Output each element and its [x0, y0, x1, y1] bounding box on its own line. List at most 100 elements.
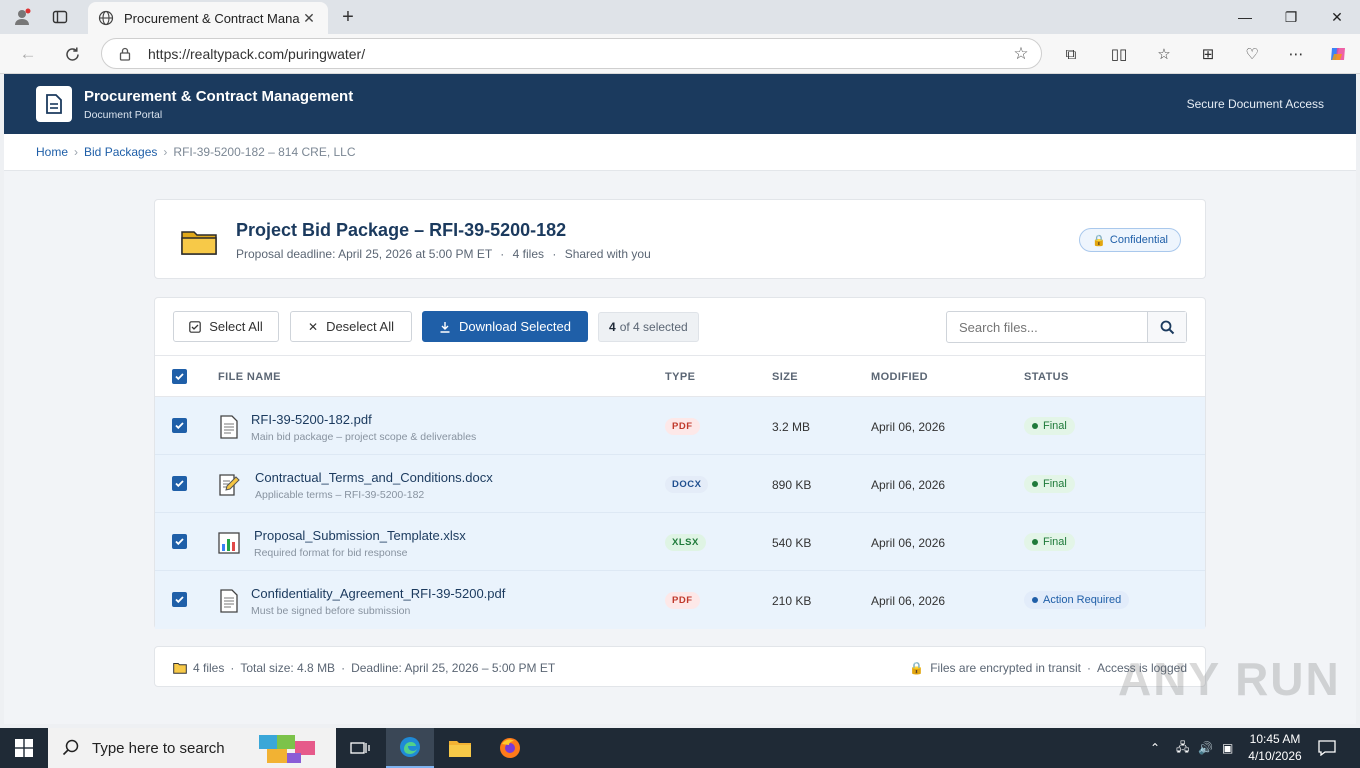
column-header-modified[interactable]: MODIFIED [871, 371, 928, 383]
app-subtitle: Document Portal [84, 109, 163, 121]
files-toolbar: Select All ✕ Deselect All Download Selec… [155, 298, 1205, 356]
back-icon[interactable]: ← [17, 43, 39, 65]
reload-icon[interactable] [61, 43, 83, 65]
encrypted-note: Files are encrypted in transit [930, 661, 1081, 675]
show-hidden-icons[interactable]: ⌃ [1150, 728, 1160, 768]
file-name[interactable]: Contractual_Terms_and_Conditions.docx [255, 470, 493, 485]
profile-icon[interactable] [12, 7, 32, 27]
table-row[interactable]: RFI-39-5200-182.pdf Main bid package – p… [155, 397, 1205, 455]
chart-icon [218, 532, 240, 554]
row-checkbox[interactable] [172, 418, 187, 433]
column-header-status[interactable]: STATUS [1024, 371, 1069, 383]
column-header-type[interactable]: TYPE [665, 371, 695, 383]
file-explorer-icon[interactable] [436, 728, 484, 768]
notifications-icon[interactable] [1318, 728, 1336, 768]
select-all-button[interactable]: Select All [173, 311, 279, 342]
close-tab-icon[interactable]: ✕ [300, 10, 318, 27]
split-screen-icon[interactable]: ▯▯ [1109, 44, 1129, 64]
breadcrumb-separator: › [74, 145, 79, 159]
ime-icon[interactable]: ▣ [1222, 728, 1233, 768]
search-input[interactable] [947, 312, 1147, 342]
url-input[interactable]: https://realtypack.com/puringwater/ ☆ [101, 38, 1042, 69]
select-all-checkbox[interactable] [172, 369, 187, 384]
document-icon [220, 415, 238, 439]
file-size: 540 KB [772, 536, 812, 550]
project-shared: Shared with you [564, 247, 651, 261]
browser-address-bar: ← https://realtypack.com/puringwater/ ☆ … [0, 34, 1360, 74]
column-header-size[interactable]: SIZE [772, 371, 798, 383]
volume-icon[interactable]: 🔊 [1198, 728, 1213, 768]
browser-essentials-icon[interactable]: ♡ [1242, 44, 1262, 64]
status-badge: Final [1024, 475, 1075, 493]
clock-time: 10:45 AM [1249, 732, 1301, 746]
close-window-icon[interactable]: ✕ [1314, 0, 1360, 34]
row-checkbox[interactable] [172, 592, 187, 607]
download-icon [440, 321, 450, 333]
deselect-all-button[interactable]: ✕ Deselect All [290, 311, 412, 342]
summary-total-size: Total size: 4.8 MB [240, 661, 336, 675]
lock-icon[interactable] [118, 47, 132, 61]
summary-deadline: Deadline: April 25, 2026 – 5:00 PM ET [351, 661, 556, 675]
file-modified: April 06, 2026 [871, 594, 946, 608]
table-row[interactable]: Contractual_Terms_and_Conditions.docx Ap… [155, 455, 1205, 513]
windows-taskbar: Type here to search ⌃ 🖧 🔊 ▣ 10:45 AM 4/1… [0, 728, 1360, 768]
system-clock[interactable]: 10:45 AM 4/10/2026 [1246, 731, 1304, 765]
globe-icon [98, 10, 114, 26]
task-view-icon[interactable] [336, 728, 384, 768]
file-modified: April 06, 2026 [871, 478, 946, 492]
windows-start-icon[interactable] [0, 728, 48, 768]
file-type-badge: PDF [665, 418, 700, 435]
confidential-label: Confidential [1109, 234, 1168, 246]
document-icon [220, 589, 238, 613]
file-type-badge: DOCX [665, 476, 709, 493]
file-name[interactable]: RFI-39-5200-182.pdf [251, 412, 372, 427]
deselect-all-label: Deselect All [326, 319, 394, 334]
taskbar-search[interactable]: Type here to search [48, 728, 336, 768]
app-viewport: Procurement & Contract Management Docume… [4, 74, 1356, 724]
collections-icon[interactable]: ⊞ [1198, 44, 1218, 64]
status-label: Final [1043, 478, 1067, 490]
extensions-icon[interactable]: ⧉ [1061, 44, 1081, 64]
anyrun-watermark: ANY RUN [1118, 653, 1341, 705]
copilot-icon[interactable] [1328, 44, 1348, 64]
search-button[interactable] [1147, 312, 1186, 342]
more-menu-icon[interactable]: ⋯ [1286, 44, 1306, 64]
download-selected-button[interactable]: Download Selected [422, 311, 588, 342]
file-name[interactable]: Proposal_Submission_Template.xlsx [254, 528, 466, 543]
new-tab-icon[interactable]: + [338, 6, 358, 28]
search-icon [1160, 320, 1174, 334]
file-type-badge: PDF [665, 592, 700, 609]
secure-access-text: Secure Document Access [1186, 97, 1324, 111]
breadcrumb-bid-packages[interactable]: Bid Packages [84, 145, 157, 159]
column-header-file-name[interactable]: FILE NAME [218, 371, 281, 383]
edge-taskbar-icon[interactable] [386, 728, 434, 768]
file-modified: April 06, 2026 [871, 536, 946, 550]
file-size: 890 KB [772, 478, 812, 492]
summary-footer: 4 files · Total size: 4.8 MB · Deadline:… [154, 646, 1206, 687]
favorites-icon[interactable]: ☆ [1154, 44, 1174, 64]
taskbar-search-placeholder: Type here to search [92, 739, 225, 757]
app-title: Procurement & Contract Management [84, 88, 354, 105]
status-label: Action Required [1043, 594, 1122, 606]
row-checkbox[interactable] [172, 476, 187, 491]
network-icon[interactable]: 🖧 [1176, 728, 1189, 768]
file-size: 3.2 MB [772, 420, 811, 434]
file-name[interactable]: Confidentiality_Agreement_RFI-39-5200.pd… [251, 586, 505, 601]
browser-tab[interactable]: Procurement & Contract Management ✕ [88, 2, 328, 34]
minimize-icon[interactable]: — [1222, 0, 1268, 34]
restore-icon[interactable]: ❐ [1268, 0, 1314, 34]
puzzle-icon [258, 735, 315, 763]
firefox-icon[interactable] [486, 728, 534, 768]
tab-actions-icon[interactable] [50, 7, 70, 27]
clock-date: 4/10/2026 [1248, 749, 1302, 763]
portal-logo-icon [36, 86, 72, 122]
table-row[interactable]: Proposal_Submission_Template.xlsx Requir… [155, 513, 1205, 571]
table-row[interactable]: Confidentiality_Agreement_RFI-39-5200.pd… [155, 571, 1205, 629]
file-modified: April 06, 2026 [871, 420, 946, 434]
row-checkbox[interactable] [172, 534, 187, 549]
favorite-star-icon[interactable]: ☆ [1001, 44, 1041, 64]
project-title: Project Bid Package – RFI-39-5200-182 [236, 220, 567, 240]
breadcrumb-home[interactable]: Home [36, 145, 68, 159]
file-description: Required format for bid response [254, 547, 408, 559]
project-deadline: Proposal deadline: April 25, 2026 at 5:0… [236, 247, 492, 261]
